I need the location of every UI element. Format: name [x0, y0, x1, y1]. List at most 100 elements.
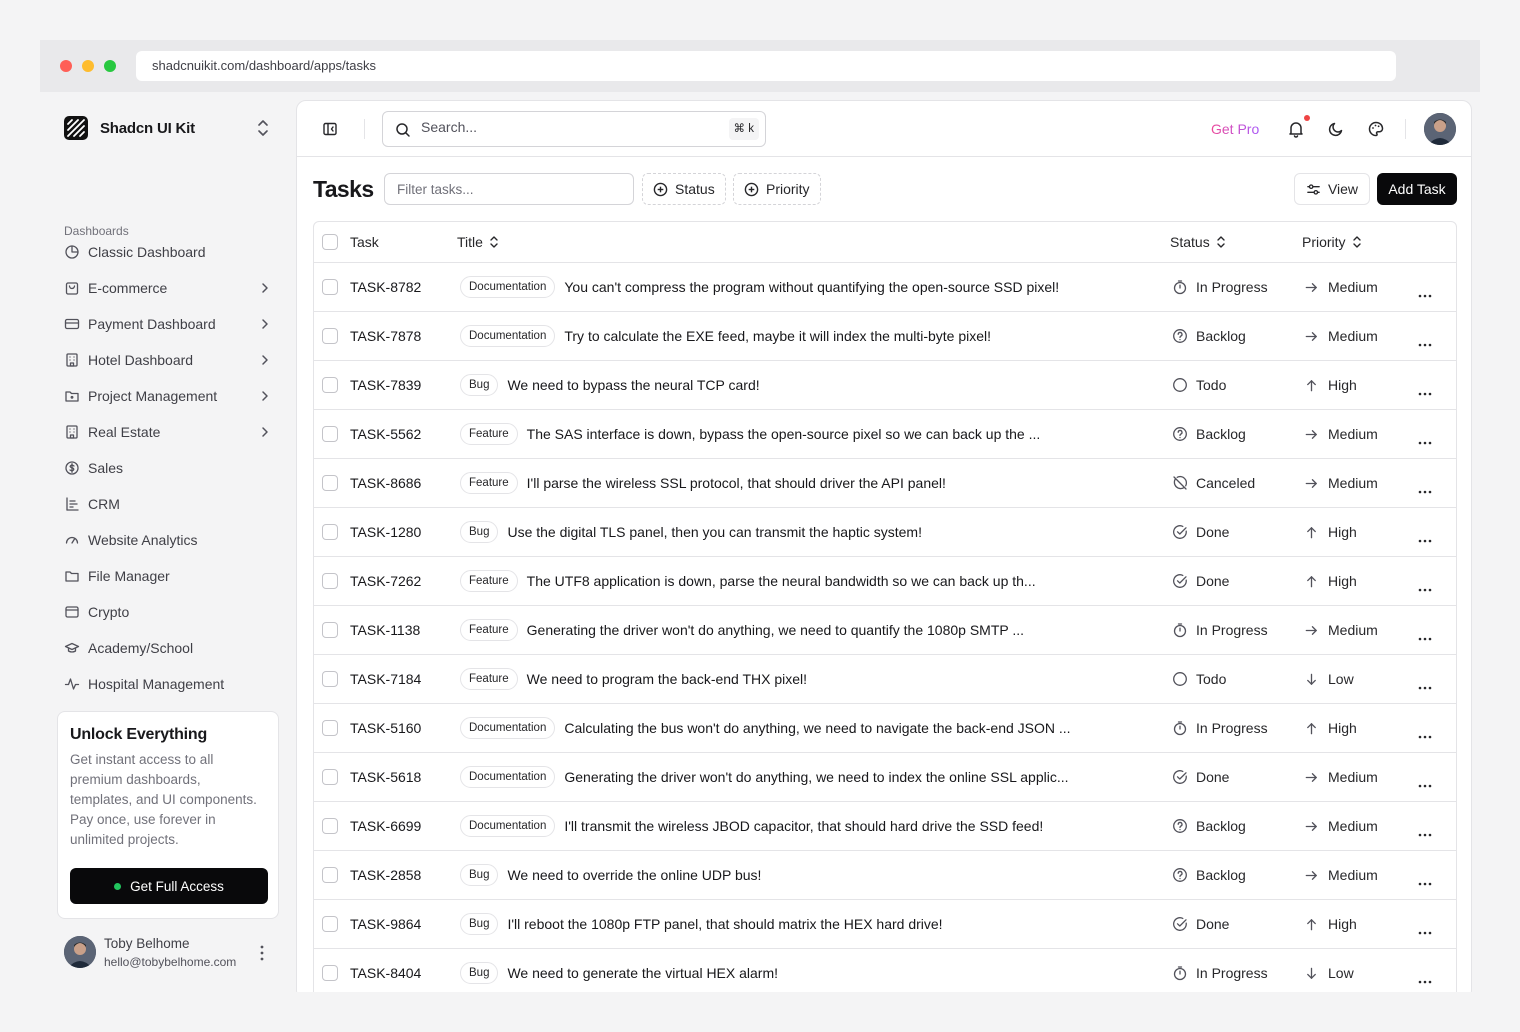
arrow-up-icon	[1307, 526, 1316, 538]
sidebar-item-hotel-dashboard[interactable]: Hotel Dashboard	[56, 342, 276, 378]
row-checkbox[interactable]	[322, 279, 338, 295]
more-horizontal-icon[interactable]	[1418, 579, 1432, 597]
row-checkbox[interactable]	[322, 867, 338, 883]
task-title-cell: Documentation You can't compress the prog…	[460, 276, 1059, 298]
table-row[interactable]: TASK-7262 Feature The UTF8 application is …	[314, 557, 1456, 606]
row-checkbox[interactable]	[322, 524, 338, 540]
more-horizontal-icon[interactable]	[1418, 922, 1432, 940]
label-badge: Documentation	[460, 325, 556, 347]
task-status-label: In Progress	[1196, 965, 1268, 981]
table-row[interactable]: TASK-1138 Feature Generating the driver wo…	[314, 606, 1456, 655]
more-horizontal-icon[interactable]	[1418, 383, 1432, 401]
row-checkbox[interactable]	[322, 573, 338, 589]
search-input[interactable]	[421, 119, 701, 135]
filter-tasks-input[interactable]	[384, 173, 634, 205]
column-header-title[interactable]: Title	[457, 234, 499, 250]
sidebar-item-academy-school[interactable]: Academy/School	[56, 630, 276, 666]
sidebar-item-real-estate[interactable]: Real Estate	[56, 414, 276, 450]
more-horizontal-icon[interactable]	[1418, 824, 1432, 842]
table-row[interactable]: TASK-5160 Documentation Calculating the bu…	[314, 704, 1456, 753]
sidebar-item-hospital-management[interactable]: Hospital Management	[56, 666, 276, 702]
row-checkbox[interactable]	[322, 671, 338, 687]
sidebar-item-sales[interactable]: Sales	[56, 450, 276, 486]
sidebar-item-file-manager[interactable]: File Manager	[56, 558, 276, 594]
column-header-status[interactable]: Status	[1170, 234, 1226, 250]
table-row[interactable]: TASK-5562 Feature The SAS interface is dow…	[314, 410, 1456, 459]
moon-icon[interactable]	[1327, 120, 1345, 143]
address-bar[interactable]: shadcnuikit.com/dashboard/apps/tasks	[136, 51, 1396, 81]
row-checkbox[interactable]	[322, 720, 338, 736]
chevrons-up-down-icon[interactable]	[256, 119, 270, 142]
more-horizontal-icon[interactable]	[1418, 334, 1432, 352]
maximize-window-dot[interactable]	[104, 60, 116, 72]
arrow-right-icon	[1305, 821, 1317, 831]
table-row[interactable]: TASK-2858 Bug We need to override the onli…	[314, 851, 1456, 900]
task-priority-label: Medium	[1328, 769, 1378, 785]
sidebar-item-website-analytics[interactable]: Website Analytics	[56, 522, 276, 558]
row-checkbox[interactable]	[322, 328, 338, 344]
task-status-label: Backlog	[1196, 818, 1246, 834]
brand[interactable]: Shadcn UI Kit	[64, 116, 195, 140]
table-row[interactable]: TASK-7184 Feature We need to program the b…	[314, 655, 1456, 704]
brand-logo-icon	[64, 116, 88, 140]
more-horizontal-icon[interactable]	[1418, 432, 1432, 450]
status-filter-button[interactable]: Status	[642, 173, 726, 205]
get-full-access-button[interactable]: Get Full Access	[70, 868, 268, 904]
more-horizontal-icon[interactable]	[1418, 775, 1432, 793]
avatar[interactable]	[1424, 113, 1456, 145]
column-header-task[interactable]: Task	[350, 234, 379, 250]
sidebar-item-label: Crypto	[88, 604, 130, 620]
row-checkbox[interactable]	[322, 818, 338, 834]
table-row[interactable]: TASK-5618 Documentation Generating the dri…	[314, 753, 1456, 802]
add-task-button[interactable]: Add Task	[1377, 173, 1457, 205]
sidebar-item-crypto[interactable]: Crypto	[56, 594, 276, 630]
sidebar-item-label: Hospital Management	[88, 676, 225, 692]
row-checkbox[interactable]	[322, 622, 338, 638]
table-row[interactable]: TASK-8686 Feature I'll parse the wireless …	[314, 459, 1456, 508]
more-horizontal-icon[interactable]	[1418, 971, 1432, 989]
palette-icon[interactable]	[1367, 120, 1385, 143]
sidebar-item-crm[interactable]: CRM	[56, 486, 276, 522]
task-title: We need to bypass the neural TCP card!	[507, 377, 760, 393]
sidebar-toggle-icon[interactable]	[322, 121, 338, 142]
sidebar-item-payment-dashboard[interactable]: Payment Dashboard	[56, 306, 276, 342]
table-row[interactable]: TASK-8404 Bug We need to generate the virt…	[314, 949, 1456, 992]
more-horizontal-icon[interactable]	[1418, 530, 1432, 548]
task-status: Canceled	[1172, 475, 1255, 491]
row-checkbox[interactable]	[322, 475, 338, 491]
row-checkbox[interactable]	[322, 769, 338, 785]
table-row[interactable]: TASK-6699 Documentation I'll transmit the …	[314, 802, 1456, 851]
table-row[interactable]: TASK-8782 Documentation You can't compress…	[314, 263, 1456, 312]
sidebar-item-project-management[interactable]: Project Management	[56, 378, 276, 414]
more-horizontal-icon[interactable]	[1418, 873, 1432, 891]
more-vertical-icon[interactable]	[260, 945, 264, 966]
get-pro-link[interactable]: Get Pro	[1211, 121, 1259, 137]
select-all-checkbox[interactable]	[322, 234, 338, 250]
more-horizontal-icon[interactable]	[1418, 285, 1432, 303]
table-row[interactable]: TASK-9864 Bug I'll reboot the 1080p FTP pa…	[314, 900, 1456, 949]
sidebar-item-e-commerce[interactable]: E-commerce	[56, 270, 276, 306]
table-row[interactable]: TASK-7839 Bug We need to bypass the neural…	[314, 361, 1456, 410]
bell-icon[interactable]	[1287, 120, 1305, 143]
row-checkbox[interactable]	[322, 965, 338, 981]
column-header-priority[interactable]: Priority	[1302, 234, 1362, 250]
table-row[interactable]: TASK-1280 Bug Use the digital TLS panel, t…	[314, 508, 1456, 557]
close-window-dot[interactable]	[60, 60, 72, 72]
task-status: In Progress	[1172, 965, 1268, 981]
task-title-cell: Bug We need to bypass the neural TCP card…	[460, 374, 760, 396]
sidebar-item-classic-dashboard[interactable]: Classic Dashboard	[56, 234, 276, 270]
more-horizontal-icon[interactable]	[1418, 481, 1432, 499]
priority-filter-button[interactable]: Priority	[733, 173, 821, 205]
row-checkbox[interactable]	[322, 426, 338, 442]
table-row[interactable]: TASK-7878 Documentation Try to calculate t…	[314, 312, 1456, 361]
more-horizontal-icon[interactable]	[1418, 628, 1432, 646]
user-profile[interactable]: Toby Belhome hello@tobybelhome.com	[64, 936, 276, 970]
more-horizontal-icon[interactable]	[1418, 726, 1432, 744]
more-horizontal-icon[interactable]	[1418, 677, 1432, 695]
global-search[interactable]: ⌘ k	[382, 111, 766, 147]
row-checkbox[interactable]	[322, 916, 338, 932]
row-checkbox[interactable]	[322, 377, 338, 393]
task-status: In Progress	[1172, 720, 1268, 736]
minimize-window-dot[interactable]	[82, 60, 94, 72]
view-options-button[interactable]: View	[1294, 173, 1370, 205]
